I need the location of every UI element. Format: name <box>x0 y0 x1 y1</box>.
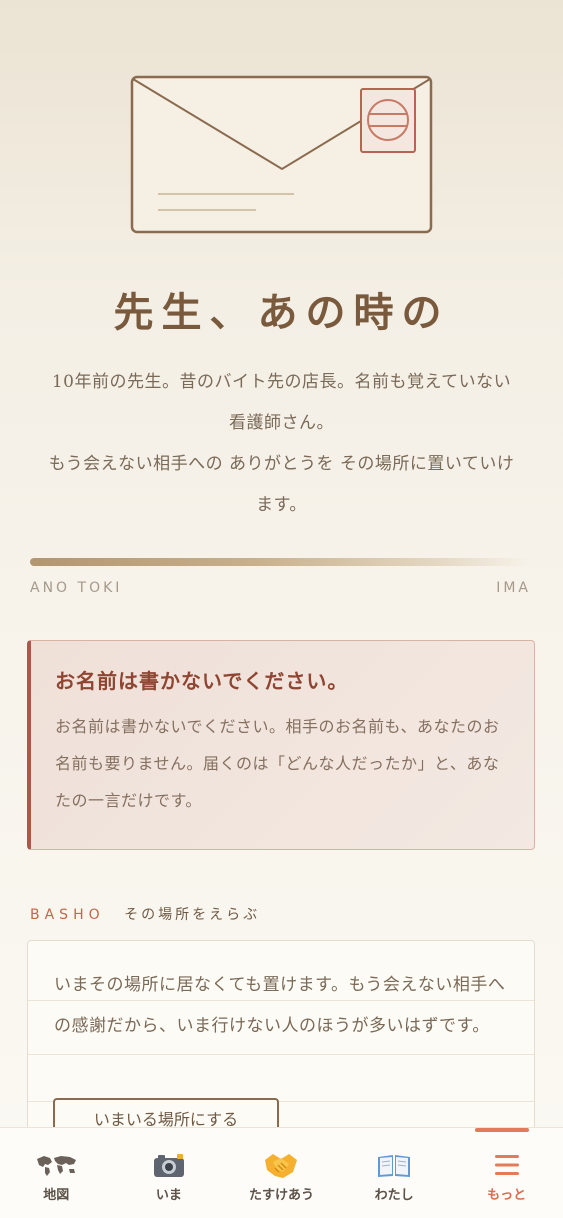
timeline-start-label: ANO TOKI <box>30 580 123 596</box>
lead-line: ます。 <box>256 495 307 515</box>
nav-item-map[interactable]: 地図 <box>0 1128 112 1218</box>
nav-label: 地図 <box>43 1188 70 1203</box>
envelope-illustration <box>130 75 433 234</box>
handshake-icon <box>263 1150 299 1180</box>
timeline-end-label: IMA <box>496 580 531 596</box>
notice-title: お名前は書かないでください。 <box>55 669 349 693</box>
no-names-notice: お名前は書かないでください。 お名前は書かないでください。相手のお名前も、あなた… <box>27 640 535 850</box>
divider <box>28 1054 534 1055</box>
basho-description: いまその場所に居なくても置けます。もう会えない相手への感謝だから、いま行けない人… <box>54 975 506 1036</box>
notice-body: お名前は書かないでください。相手のお名前も、あなたのお名前も要りません。届くのは… <box>55 717 500 810</box>
section-label-en: BASHO <box>30 907 105 923</box>
nav-label: わたし <box>374 1188 414 1203</box>
stamp-icon <box>360 88 416 153</box>
basho-section-heading: BASHO その場所をえらぶ <box>30 904 260 924</box>
timeline-bar <box>30 558 530 566</box>
lead-line: もう会えない相手への ありがとうを その場所に置いていけ <box>48 454 515 474</box>
page-title: 先生、あの時の <box>113 289 450 336</box>
basho-card: いまその場所に居なくても置けます。もう会えない相手への感謝だから、いま行けない人… <box>27 940 535 1140</box>
nav-item-me[interactable]: わたし <box>338 1128 450 1218</box>
nav-label: たすけあう <box>248 1188 314 1203</box>
bottom-nav: 地図 いま たすけあう わたし もっと <box>0 1127 563 1218</box>
open-book-icon <box>376 1150 412 1180</box>
nav-label: もっと <box>487 1188 527 1203</box>
nav-item-now[interactable]: いま <box>113 1128 225 1218</box>
lead-text: 10年前の先生。昔のバイト先の店長。名前も覚えていない 看護師さん。 もう会えな… <box>28 362 535 526</box>
camera-icon <box>152 1150 186 1180</box>
section-label-ja: その場所をえらぶ <box>124 907 261 923</box>
world-map-icon <box>34 1150 78 1180</box>
nav-label: いま <box>155 1188 182 1203</box>
lead-line: 10年前の先生。昔のバイト先の店長。名前も覚えていない <box>51 372 512 392</box>
nav-item-help[interactable]: たすけあう <box>225 1128 337 1218</box>
nav-item-more[interactable]: もっと <box>451 1128 563 1218</box>
menu-icon <box>493 1150 521 1180</box>
lead-line: 看護師さん。 <box>229 413 334 433</box>
